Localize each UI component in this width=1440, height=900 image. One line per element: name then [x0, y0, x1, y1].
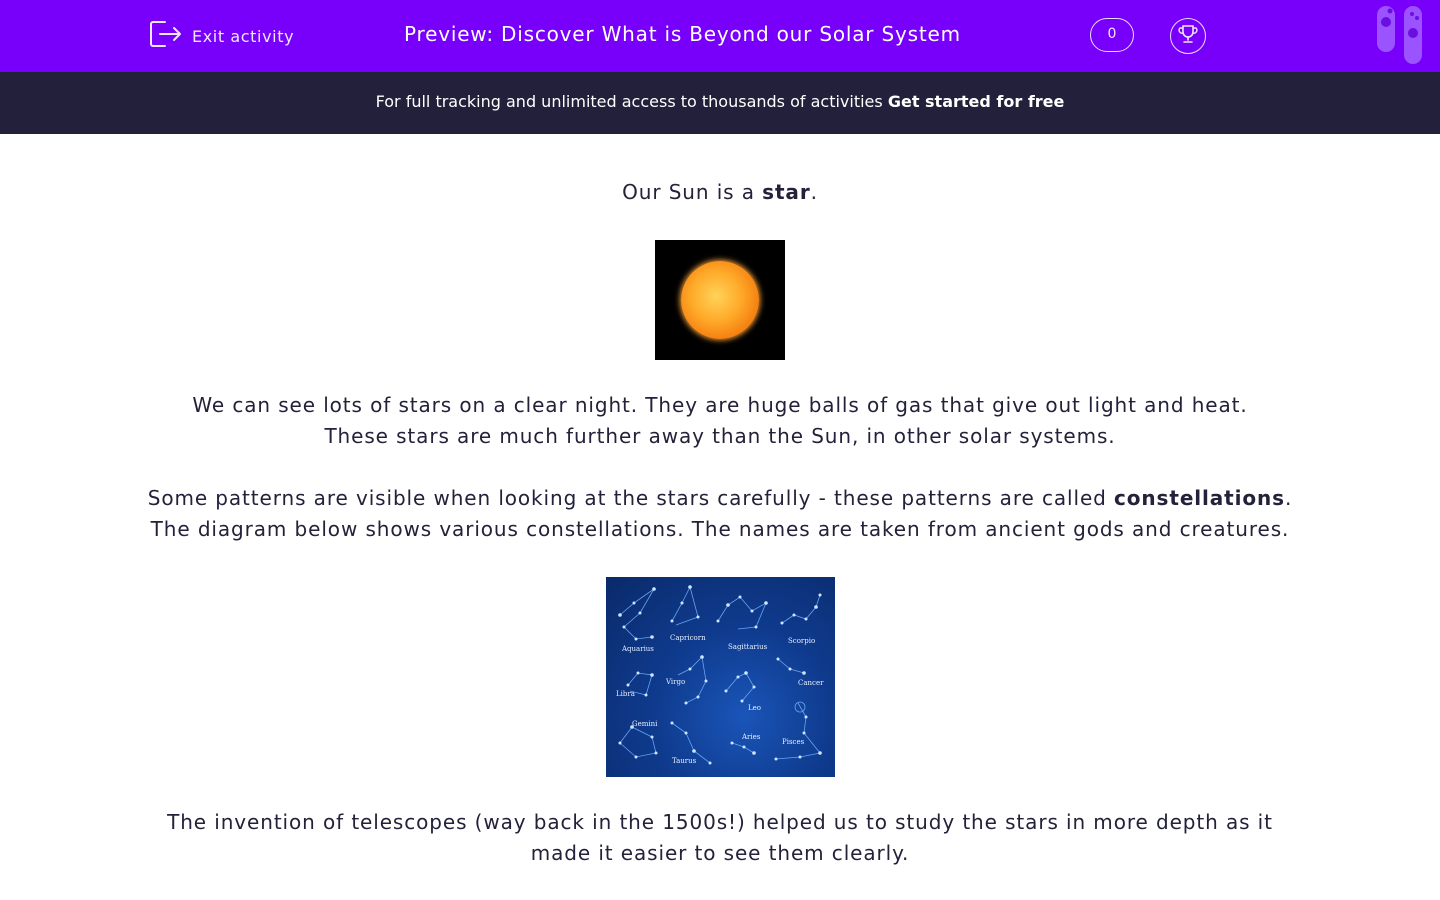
label-cancer: Cancer	[798, 679, 824, 687]
stars-line-2: These stars are much further away than t…	[324, 424, 1116, 448]
constellations-image: Aquarius Capricorn Sagittarius Scorpio L…	[606, 577, 835, 777]
stars-paragraph: We can see lots of stars on a clear nigh…	[0, 390, 1440, 452]
constellations-text: Some patterns are visible when looking a…	[147, 486, 1115, 510]
label-sagittarius: Sagittarius	[728, 643, 768, 651]
score-badge: 0	[1090, 18, 1134, 52]
promo-banner: For full tracking and unlimited access t…	[0, 72, 1440, 134]
telescope-line-1: The invention of telescopes (way back in…	[167, 810, 1273, 834]
constellations-line-2: The diagram below shows various constell…	[150, 517, 1290, 541]
exit-activity-button[interactable]: Exit activity	[148, 20, 294, 52]
trophy-icon	[1177, 23, 1199, 49]
sun-disc	[681, 261, 759, 339]
label-libra: Libra	[616, 690, 635, 698]
constellations-bold-word: constellations	[1114, 486, 1285, 510]
exit-activity-label: Exit activity	[192, 26, 295, 46]
intro-bold-word: star	[762, 180, 811, 204]
promo-text: For full tracking and unlimited access t…	[375, 92, 888, 111]
label-aquarius: Aquarius	[621, 645, 654, 653]
label-capricorn: Capricorn	[670, 634, 706, 642]
sun-image	[655, 240, 785, 360]
intro-sentence: Our Sun is a star.	[0, 177, 1440, 208]
label-gemini: Gemini	[632, 720, 658, 728]
intro-text: Our Sun is a	[622, 180, 763, 204]
label-aries: Aries	[741, 733, 761, 741]
top-bar: Exit activity Preview: Discover What is …	[0, 0, 1440, 72]
trophy-button[interactable]	[1170, 18, 1206, 54]
constellations-line-1: Some patterns are visible when looking a…	[0, 483, 1440, 514]
exit-icon	[148, 18, 184, 54]
get-started-link[interactable]: Get started for free	[888, 92, 1065, 111]
label-pisces: Pisces	[782, 738, 805, 746]
label-taurus: Taurus	[672, 757, 697, 765]
label-leo: Leo	[748, 704, 761, 712]
intro-period: .	[810, 180, 818, 204]
label-scorpio: Scorpio	[788, 637, 815, 645]
telescope-line-2: made it easier to see them clearly.	[530, 841, 910, 865]
brand-logo	[1372, 0, 1428, 66]
constellations-paragraph: Some patterns are visible when looking a…	[0, 483, 1440, 545]
stars-line-1: We can see lots of stars on a clear nigh…	[192, 393, 1248, 417]
constellations-period: .	[1285, 486, 1293, 510]
label-virgo: Virgo	[665, 678, 685, 686]
telescope-paragraph: The invention of telescopes (way back in…	[0, 807, 1440, 869]
page-title: Preview: Discover What is Beyond our Sol…	[404, 22, 961, 46]
